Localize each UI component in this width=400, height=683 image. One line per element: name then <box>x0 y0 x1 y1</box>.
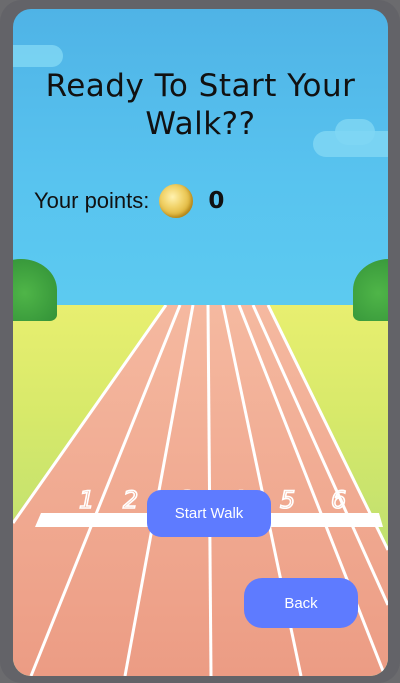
cloud <box>13 45 63 67</box>
points-value: 0 <box>208 188 225 214</box>
lane-number: 6 <box>331 486 346 514</box>
points-row: Your points: 0 <box>34 181 224 221</box>
start-walk-button[interactable]: Start Walk <box>147 490 271 537</box>
page-title: Ready To Start Your Walk?? <box>45 68 356 142</box>
lane-number: 5 <box>280 486 295 514</box>
lane-number: 2 <box>123 486 138 514</box>
points-label: Your points: <box>34 188 150 213</box>
device-frame: 1 2 3 4 5 6 Ready To Start Your Walk?? Y… <box>0 0 400 683</box>
coin-icon <box>159 184 194 218</box>
back-button[interactable]: Back <box>244 578 358 628</box>
walk-screen: 1 2 3 4 5 6 Ready To Start Your Walk?? Y… <box>13 9 388 676</box>
lane-number: 1 <box>79 486 94 514</box>
